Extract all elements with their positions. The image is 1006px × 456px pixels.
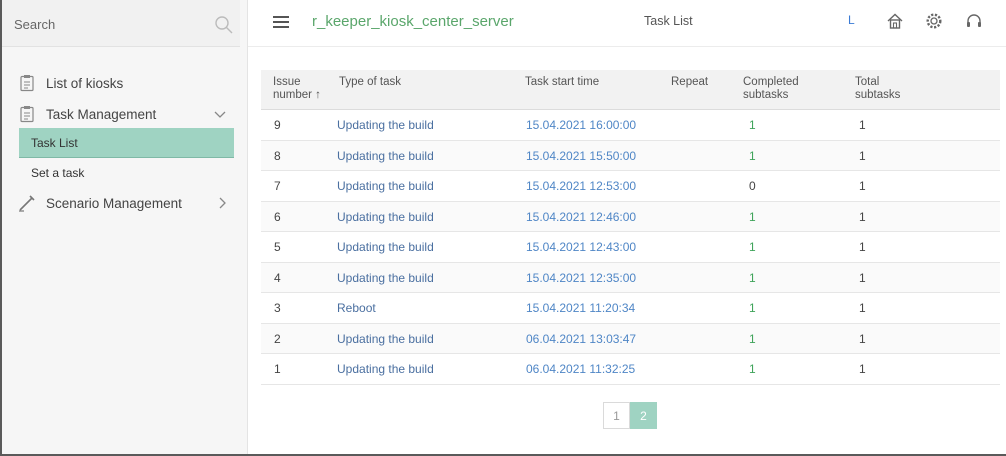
sidebar-subitem-label: Set a task: [31, 166, 85, 180]
cell-issue-number: 3: [274, 301, 281, 315]
sidebar: List of kiosks Task Management Task List…: [2, 0, 248, 454]
column-header-start-time[interactable]: Task start time: [525, 76, 599, 89]
search-box: [2, 0, 240, 47]
cell-start-time: 15.04.2021 12:46:00: [526, 209, 637, 224]
cell-completed: 0: [749, 179, 756, 193]
cell-issue-number: 2: [274, 331, 281, 346]
table-row[interactable]: 2 Updating the build 06.04.2021 13:03:47 1 1: [261, 323, 1000, 354]
cell-total: 1: [859, 301, 866, 315]
sidebar-item-scenario-management[interactable]: Scenario Management: [18, 192, 226, 214]
table-row[interactable]: 6 Updating the build 15.04.2021 12:46:00 1 1: [261, 201, 1000, 232]
cell-start-time: 15.04.2021 11:20:34: [526, 301, 636, 315]
cell-start-time: 15.04.2021 12:35:00: [526, 270, 637, 285]
sidebar-item-label: List of kiosks: [46, 75, 124, 91]
cell-completed: 1: [749, 270, 756, 285]
task-table: Issue number ↑ Type of task Task start t…: [261, 70, 1000, 385]
table-row[interactable]: 3 Reboot 15.04.2021 11:20:34 1 1: [261, 293, 1000, 324]
table-row[interactable]: 9 Updating the build 15.04.2021 16:00:00 1 1: [261, 110, 1000, 141]
cell-total: 1: [859, 209, 866, 224]
search-input[interactable]: [14, 14, 194, 34]
cell-issue-number: 1: [274, 362, 281, 376]
clipboard-icon: [18, 105, 36, 123]
table-header: Issue number ↑ Type of task Task start t…: [261, 70, 1000, 110]
cell-task-type[interactable]: Updating the build: [337, 149, 434, 163]
chevron-down-icon[interactable]: [214, 108, 226, 120]
cell-task-type[interactable]: Reboot: [337, 301, 376, 315]
sidebar-subitem-task-list[interactable]: Task List: [19, 128, 234, 158]
clipboard-icon: [18, 74, 36, 92]
cell-completed: 1: [749, 331, 756, 346]
cell-total: 1: [859, 362, 866, 376]
chevron-right-icon[interactable]: [216, 197, 228, 209]
sidebar-subitem-label: Task List: [31, 135, 78, 150]
column-header-completed[interactable]: Completed subtasks: [743, 76, 799, 102]
search-icon[interactable]: [214, 15, 234, 35]
sidebar-item-list-of-kiosks[interactable]: List of kiosks: [18, 72, 123, 94]
column-header-issue-number[interactable]: Issue number ↑: [273, 76, 321, 102]
cell-start-time: 06.04.2021 13:03:47: [526, 331, 637, 346]
cell-task-type[interactable]: Updating the build: [337, 210, 434, 224]
cell-task-type[interactable]: Updating the build: [337, 271, 434, 285]
column-header-repeat[interactable]: Repeat: [671, 76, 708, 89]
cell-issue-number: 6: [274, 209, 281, 224]
pagination: 12: [603, 402, 657, 429]
column-header-total[interactable]: Total subtasks: [855, 76, 900, 102]
top-bar: r_keeper_kiosk_center_server Task List L: [248, 0, 1006, 47]
gear-icon[interactable]: [925, 12, 943, 30]
cell-total: 1: [859, 179, 866, 193]
sidebar-item-label: Scenario Management: [46, 195, 182, 211]
cell-completed: 1: [749, 209, 756, 224]
cell-start-time: 15.04.2021 12:53:00: [526, 179, 637, 193]
cell-total: 1: [859, 240, 866, 254]
cell-total: 1: [859, 270, 866, 285]
table-row[interactable]: 7 Updating the build 15.04.2021 12:53:00 0 1: [261, 171, 1000, 202]
table-row[interactable]: 8 Updating the build 15.04.2021 15:50:00 1 1: [261, 140, 1000, 171]
table-row[interactable]: 1 Updating the build 06.04.2021 11:32:25 1 1: [261, 354, 1000, 385]
app-title: r_keeper_kiosk_center_server: [312, 13, 514, 30]
page-button[interactable]: 1: [603, 402, 630, 429]
cell-total: 1: [859, 331, 866, 346]
column-header-type[interactable]: Type of task: [339, 76, 401, 89]
pencil-icon: [18, 194, 36, 212]
cell-start-time: 15.04.2021 15:50:00: [526, 148, 637, 163]
cell-total: 1: [859, 148, 866, 163]
user-avatar[interactable]: L: [848, 13, 855, 27]
cell-task-type[interactable]: Updating the build: [337, 118, 434, 132]
headset-icon[interactable]: [965, 12, 983, 30]
cell-task-type[interactable]: Updating the build: [337, 179, 434, 193]
cell-completed: 1: [749, 148, 756, 163]
cell-total: 1: [859, 118, 866, 132]
cell-task-type[interactable]: Updating the build: [337, 240, 434, 254]
sidebar-item-task-management[interactable]: Task Management: [18, 103, 226, 125]
page-button[interactable]: 2: [630, 402, 657, 429]
cell-completed: 1: [749, 240, 756, 254]
table-row[interactable]: 5 Updating the build 15.04.2021 12:43:00 1 1: [261, 232, 1000, 263]
cell-start-time: 15.04.2021 16:00:00: [526, 118, 637, 132]
cell-completed: 1: [749, 301, 756, 315]
menu-icon[interactable]: [273, 15, 289, 29]
sidebar-item-label: Task Management: [46, 106, 157, 122]
cell-completed: 1: [749, 118, 756, 132]
cell-issue-number: 5: [274, 240, 281, 254]
cell-start-time: 15.04.2021 12:43:00: [526, 240, 637, 254]
cell-task-type[interactable]: Updating the build: [337, 362, 434, 376]
sidebar-subitem-set-a-task[interactable]: Set a task: [19, 158, 234, 188]
table-body: 9 Updating the build 15.04.2021 16:00:00 1 1…: [261, 110, 1000, 385]
cell-start-time: 06.04.2021 11:32:25: [526, 362, 636, 376]
table-row[interactable]: 4 Updating the build 15.04.2021 12:35:00 1 1: [261, 262, 1000, 293]
cell-completed: 1: [749, 362, 756, 376]
cell-issue-number: 7: [274, 179, 281, 193]
home-icon[interactable]: [886, 12, 904, 30]
cell-issue-number: 9: [274, 118, 281, 132]
page-title: Task List: [644, 14, 693, 28]
cell-task-type[interactable]: Updating the build: [337, 332, 434, 346]
cell-issue-number: 8: [274, 148, 281, 163]
cell-issue-number: 4: [274, 270, 281, 285]
